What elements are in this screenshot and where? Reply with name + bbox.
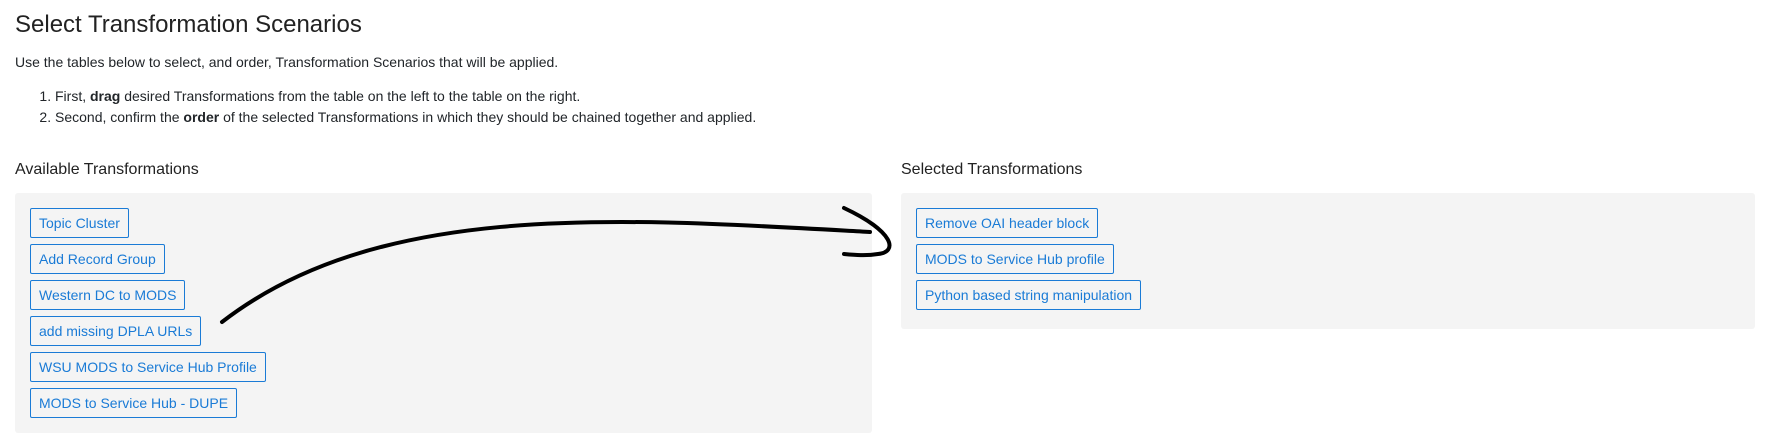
selected-column: Selected Transformations Remove OAI head… (901, 158, 1755, 329)
transformation-page: Select Transformation Scenarios Use the … (15, 10, 1755, 433)
available-item[interactable]: add missing DPLA URLs (30, 316, 202, 346)
selected-heading-text: Selected Transformations (901, 161, 1083, 178)
step-1-bold: drag (90, 88, 121, 104)
instruction-list: First, drag desired Transformations from… (15, 86, 1755, 128)
selected-item[interactable]: MODS to Service Hub profile (916, 244, 1114, 274)
available-heading: Available Transformations (15, 160, 872, 180)
selected-item[interactable]: Remove OAI header block (916, 208, 1099, 238)
available-item[interactable]: MODS to Service Hub - DUPE (30, 388, 238, 418)
selected-heading: Selected Transformations (901, 160, 1755, 180)
instruction-step-1: First, drag desired Transformations from… (55, 86, 1755, 107)
available-item[interactable]: Add Record Group (30, 244, 165, 274)
available-item[interactable]: Topic Cluster (30, 208, 129, 238)
available-item[interactable]: WSU MODS to Service Hub Profile (30, 352, 266, 382)
step-2-bold: order (183, 109, 220, 125)
step-1-suffix: desired Transformations from the table o… (120, 88, 581, 104)
selected-item[interactable]: Python based string manipulation (916, 280, 1142, 310)
available-heading-text: Available Transformations (15, 161, 199, 178)
step-2-prefix: Second, confirm the (55, 109, 184, 125)
available-list[interactable]: Topic Cluster Add Record Group Western D… (15, 193, 872, 433)
selected-list[interactable]: Remove OAI header block MODS to Service … (901, 193, 1755, 329)
page-title: Select Transformation Scenarios (15, 11, 362, 38)
step-2-suffix: of the selected Transformations in which… (219, 109, 757, 125)
intro-text: Use the tables below to select, and orde… (15, 54, 559, 70)
instruction-step-2: Second, confirm the order of the selecte… (55, 107, 1755, 128)
available-column: Available Transformations Topic Cluster … (15, 158, 872, 433)
available-item[interactable]: Western DC to MODS (30, 280, 186, 310)
step-1-prefix: First, (55, 88, 90, 104)
